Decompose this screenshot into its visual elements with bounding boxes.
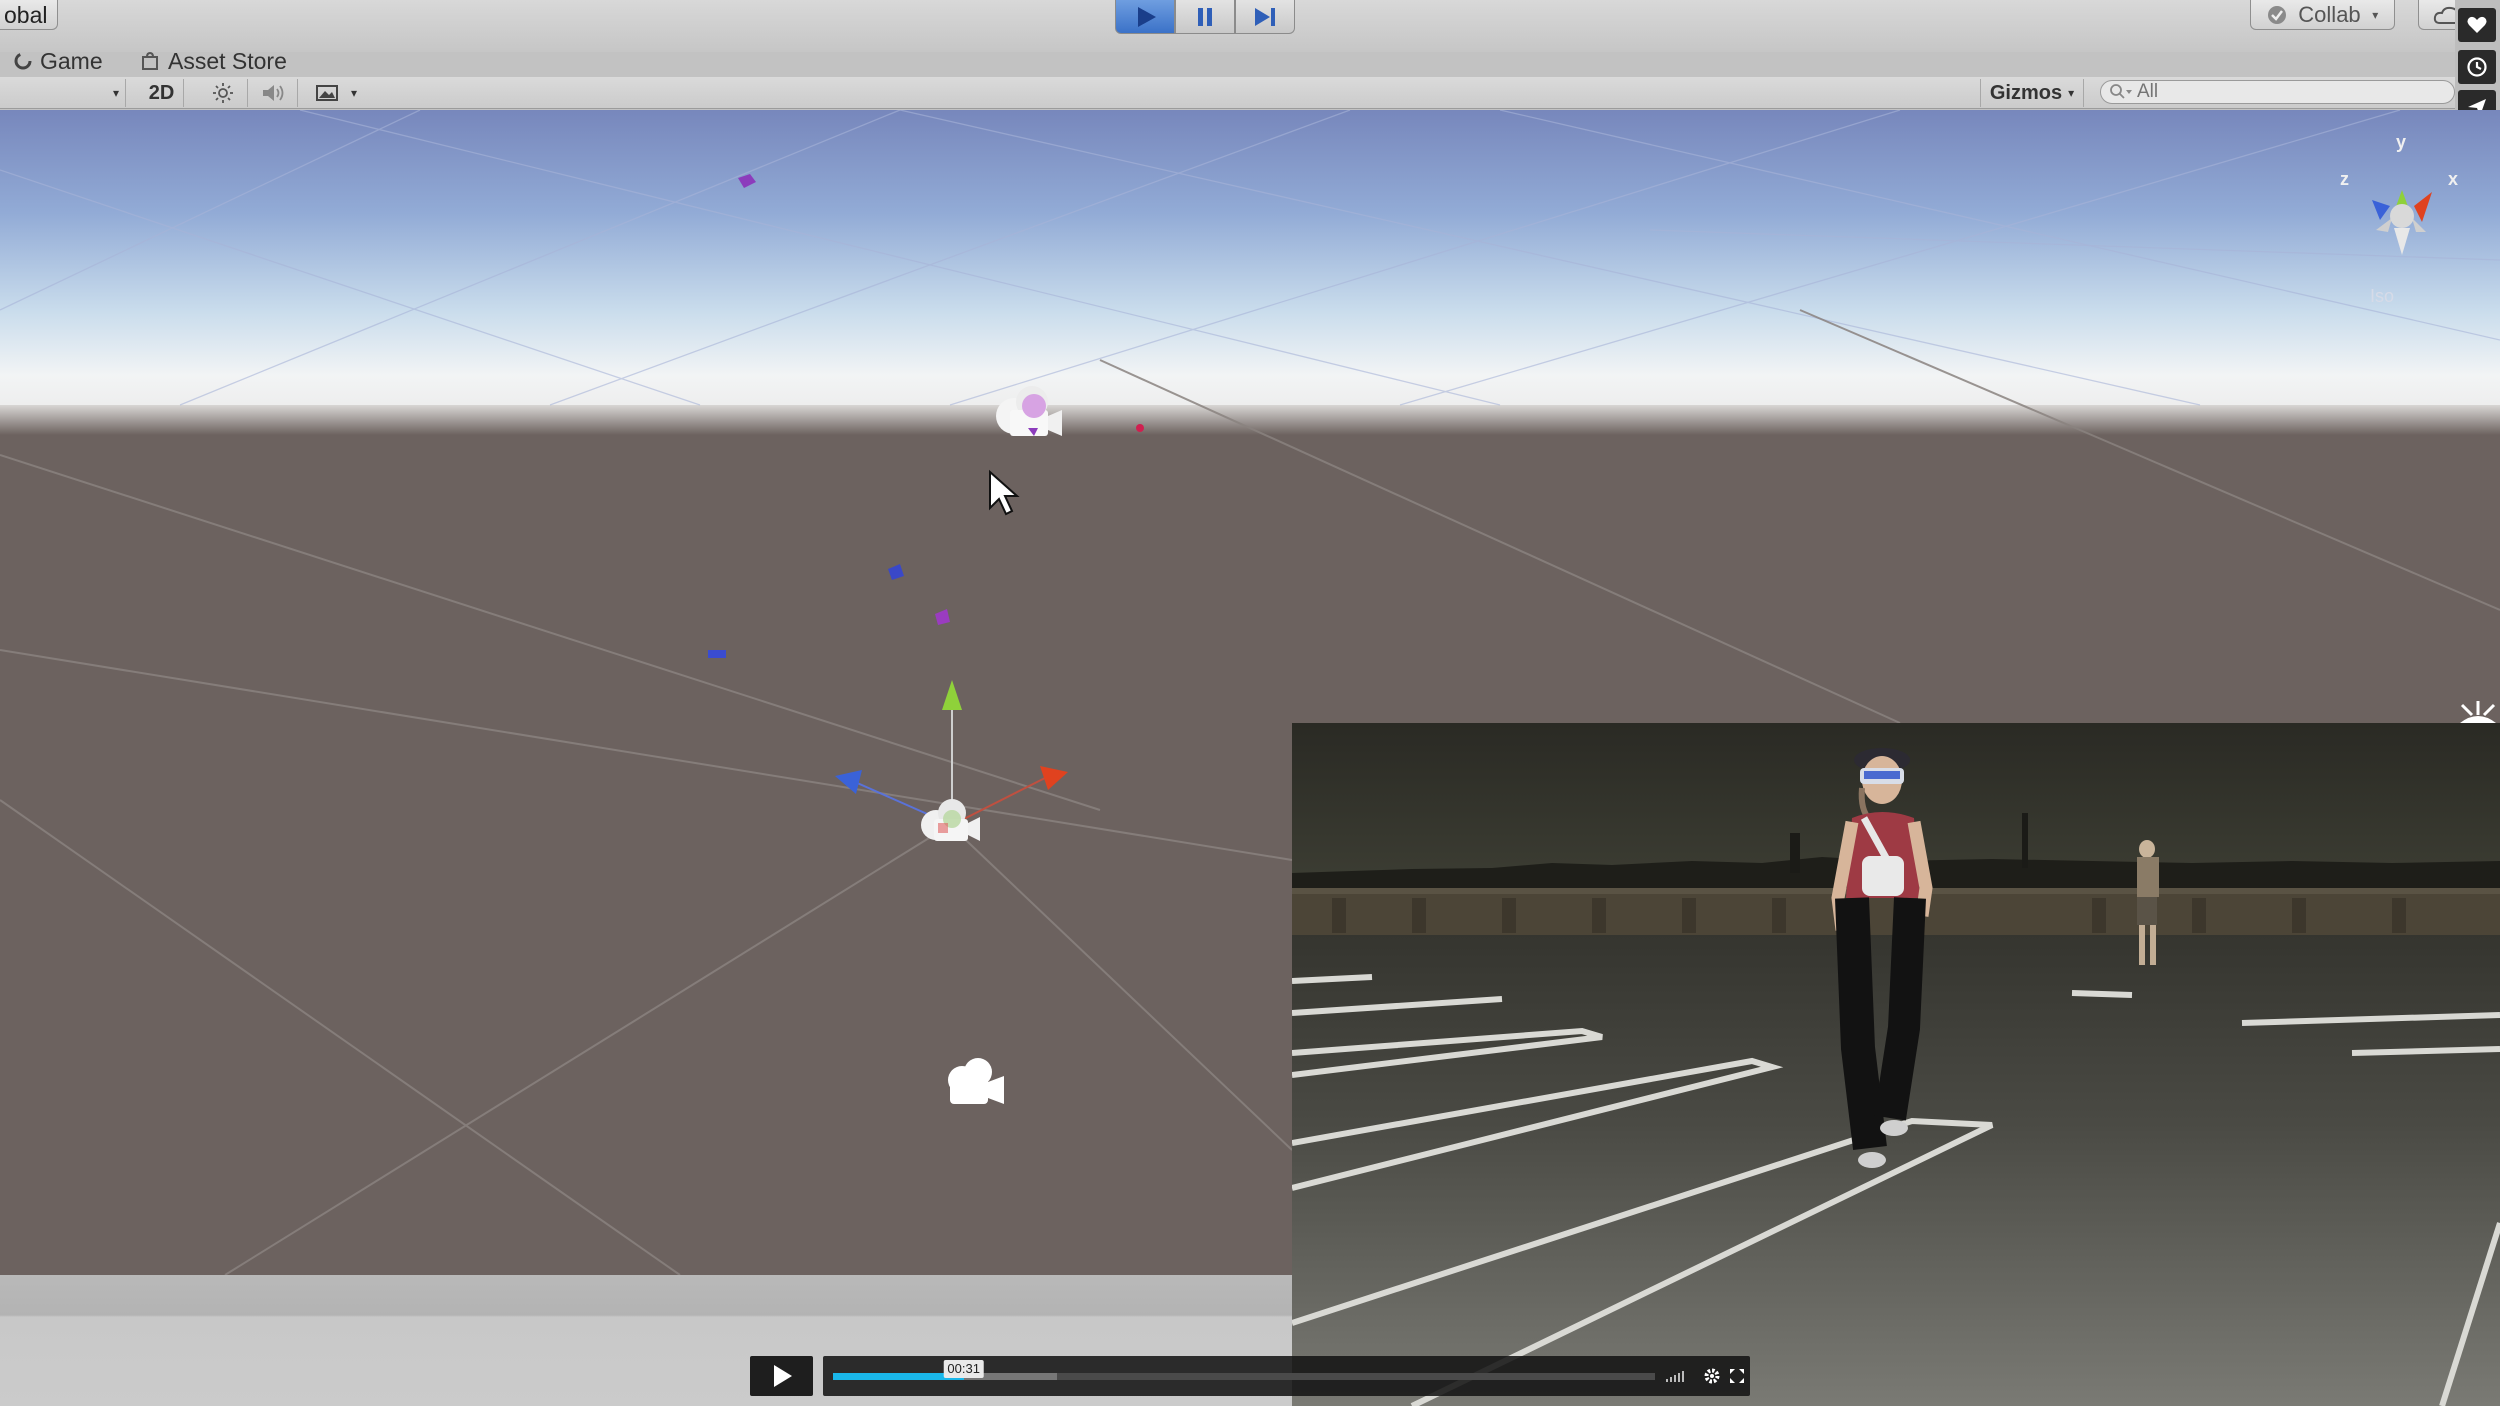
- history-button[interactable]: [2458, 50, 2496, 84]
- tab-asset-store[interactable]: Asset Store: [140, 45, 287, 77]
- video-player-controls: 00:31: [750, 1356, 1750, 1396]
- playmode-controls: [1115, 0, 1295, 34]
- gizmo-x-label: x: [2448, 169, 2458, 189]
- pause-icon: [1198, 7, 1212, 26]
- 2d-mode-toggle[interactable]: 2D: [140, 79, 184, 107]
- history-icon: [2467, 57, 2487, 77]
- settings-button[interactable]: [1701, 1366, 1723, 1386]
- video-play-button[interactable]: [750, 1356, 813, 1396]
- time-indicator: 00:31: [943, 1360, 984, 1378]
- draw-mode-dropdown[interactable]: ▾: [0, 79, 126, 107]
- lighting-toggle[interactable]: [198, 79, 248, 107]
- favorite-button[interactable]: [2458, 8, 2496, 42]
- scene-view-controls: ▾ 2D ▾ Gizmos ▾: [0, 77, 2455, 109]
- search-input[interactable]: [2137, 81, 2417, 103]
- pivot-rotation-toggle[interactable]: obal: [0, 0, 58, 30]
- tab-game[interactable]: Game: [14, 45, 103, 77]
- check-circle-icon: [2267, 5, 2286, 24]
- video-overlay: [1292, 723, 2500, 1406]
- window-tabs: Game Asset Store: [0, 45, 2455, 77]
- chevron-down-icon: ▾: [112, 86, 119, 100]
- chevron-down-icon: ▾: [2372, 7, 2379, 22]
- gizmos-dropdown[interactable]: Gizmos ▾: [1980, 79, 2084, 107]
- volume-icon: [1666, 1371, 1684, 1382]
- fullscreen-button[interactable]: [1727, 1366, 1747, 1386]
- gear-icon: [1704, 1368, 1720, 1384]
- sun-icon: [212, 83, 233, 103]
- tab-label: Game: [40, 47, 103, 74]
- fullscreen-icon: [1730, 1369, 1744, 1383]
- gizmo-z-label: z: [2340, 169, 2349, 189]
- heart-icon: [2467, 16, 2487, 33]
- tab-label: Asset Store: [168, 47, 287, 74]
- shopping-bag-icon: [142, 51, 158, 70]
- play-icon: [1138, 6, 1156, 27]
- speaker-icon: [262, 85, 283, 101]
- gizmos-label: Gizmos: [1989, 81, 2063, 104]
- pivot-rotation-label: obal: [4, 1, 48, 28]
- audio-toggle[interactable]: [250, 79, 298, 107]
- play-icon: [773, 1365, 792, 1387]
- projection-label: Iso: [2370, 286, 2394, 306]
- chevron-down-icon: ▾: [350, 86, 358, 100]
- search-icon: [2110, 84, 2132, 99]
- step-button[interactable]: [1235, 0, 1295, 34]
- progress-track[interactable]: 00:31: [833, 1360, 1655, 1380]
- chevron-down-icon: ▾: [2068, 86, 2075, 100]
- gizmo-y-label: y: [2396, 132, 2406, 152]
- image-icon: [315, 85, 338, 101]
- game-controller-icon: [14, 52, 32, 70]
- effects-dropdown[interactable]: ▾: [302, 79, 370, 107]
- collab-label: Collab: [2298, 1, 2361, 27]
- pause-button[interactable]: [1175, 0, 1235, 34]
- video-frame: [1292, 723, 2500, 1406]
- 2d-label: 2D: [148, 81, 175, 104]
- play-button[interactable]: [1115, 0, 1175, 34]
- volume-button[interactable]: [1665, 1366, 1689, 1386]
- step-icon: [1255, 7, 1275, 26]
- collab-dropdown[interactable]: Collab ▾: [2250, 0, 2395, 30]
- hierarchy-search[interactable]: [2100, 80, 2455, 104]
- video-progress-bar: 00:31: [823, 1356, 1750, 1396]
